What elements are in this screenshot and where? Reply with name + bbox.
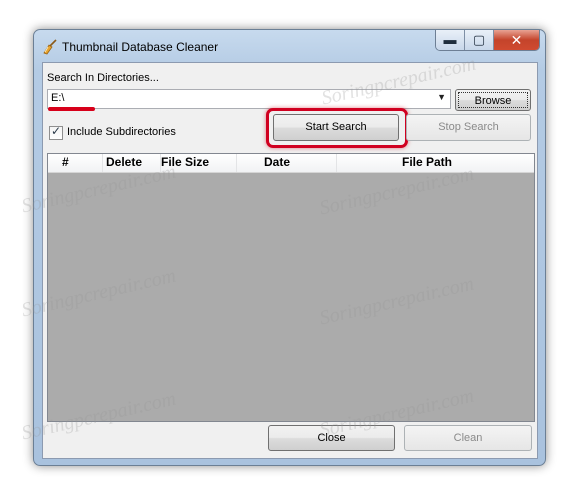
close-button[interactable]: Close xyxy=(268,425,395,451)
close-icon: ✕ xyxy=(510,32,523,48)
column-header-file-size[interactable]: File Size xyxy=(160,154,237,172)
minimize-icon: ▬ xyxy=(443,32,457,47)
minimize-button[interactable]: ▬ xyxy=(436,30,465,50)
caption-buttons: ▬ ▢ ✕ xyxy=(435,30,540,51)
include-subdirectories-checkbox[interactable]: ✓ xyxy=(49,124,63,140)
directory-combobox[interactable]: E:\ ▼ xyxy=(47,89,451,109)
maximize-icon: ▢ xyxy=(472,32,486,47)
close-window-button[interactable]: ✕ xyxy=(494,30,539,50)
results-list[interactable]: # Delete File Size Date File Path xyxy=(47,153,535,422)
include-subdirectories-label: Include Subdirectories xyxy=(67,126,176,138)
checkmark-icon: ✓ xyxy=(51,124,62,138)
annotation-underline xyxy=(48,107,95,111)
search-directories-label: Search In Directories... xyxy=(47,72,159,84)
column-header-delete[interactable]: Delete xyxy=(102,154,161,172)
stop-search-button[interactable]: Stop Search xyxy=(406,114,531,141)
column-header-date[interactable]: Date xyxy=(236,154,337,172)
directory-value: E:\ xyxy=(51,92,65,104)
browse-button-label: Browse xyxy=(458,92,528,108)
clean-button[interactable]: Clean xyxy=(404,425,532,451)
title-bar[interactable]: Thumbnail Database Cleaner ▬ ▢ ✕ xyxy=(34,30,545,62)
column-header-number[interactable]: # xyxy=(48,154,103,172)
browse-button[interactable]: Browse xyxy=(455,89,531,111)
column-header-file-path[interactable]: File Path xyxy=(336,154,532,172)
maximize-button[interactable]: ▢ xyxy=(465,30,494,50)
results-header: # Delete File Size Date File Path xyxy=(48,154,534,173)
start-search-button[interactable]: Start Search xyxy=(273,114,399,141)
app-window: Thumbnail Database Cleaner ▬ ▢ ✕ Search … xyxy=(33,29,546,466)
dropdown-arrow-icon[interactable]: ▼ xyxy=(437,92,446,102)
broom-icon xyxy=(43,39,57,55)
client-area: Search In Directories... E:\ ▼ Browse ✓ … xyxy=(42,62,538,459)
window-title: Thumbnail Database Cleaner xyxy=(62,40,219,54)
